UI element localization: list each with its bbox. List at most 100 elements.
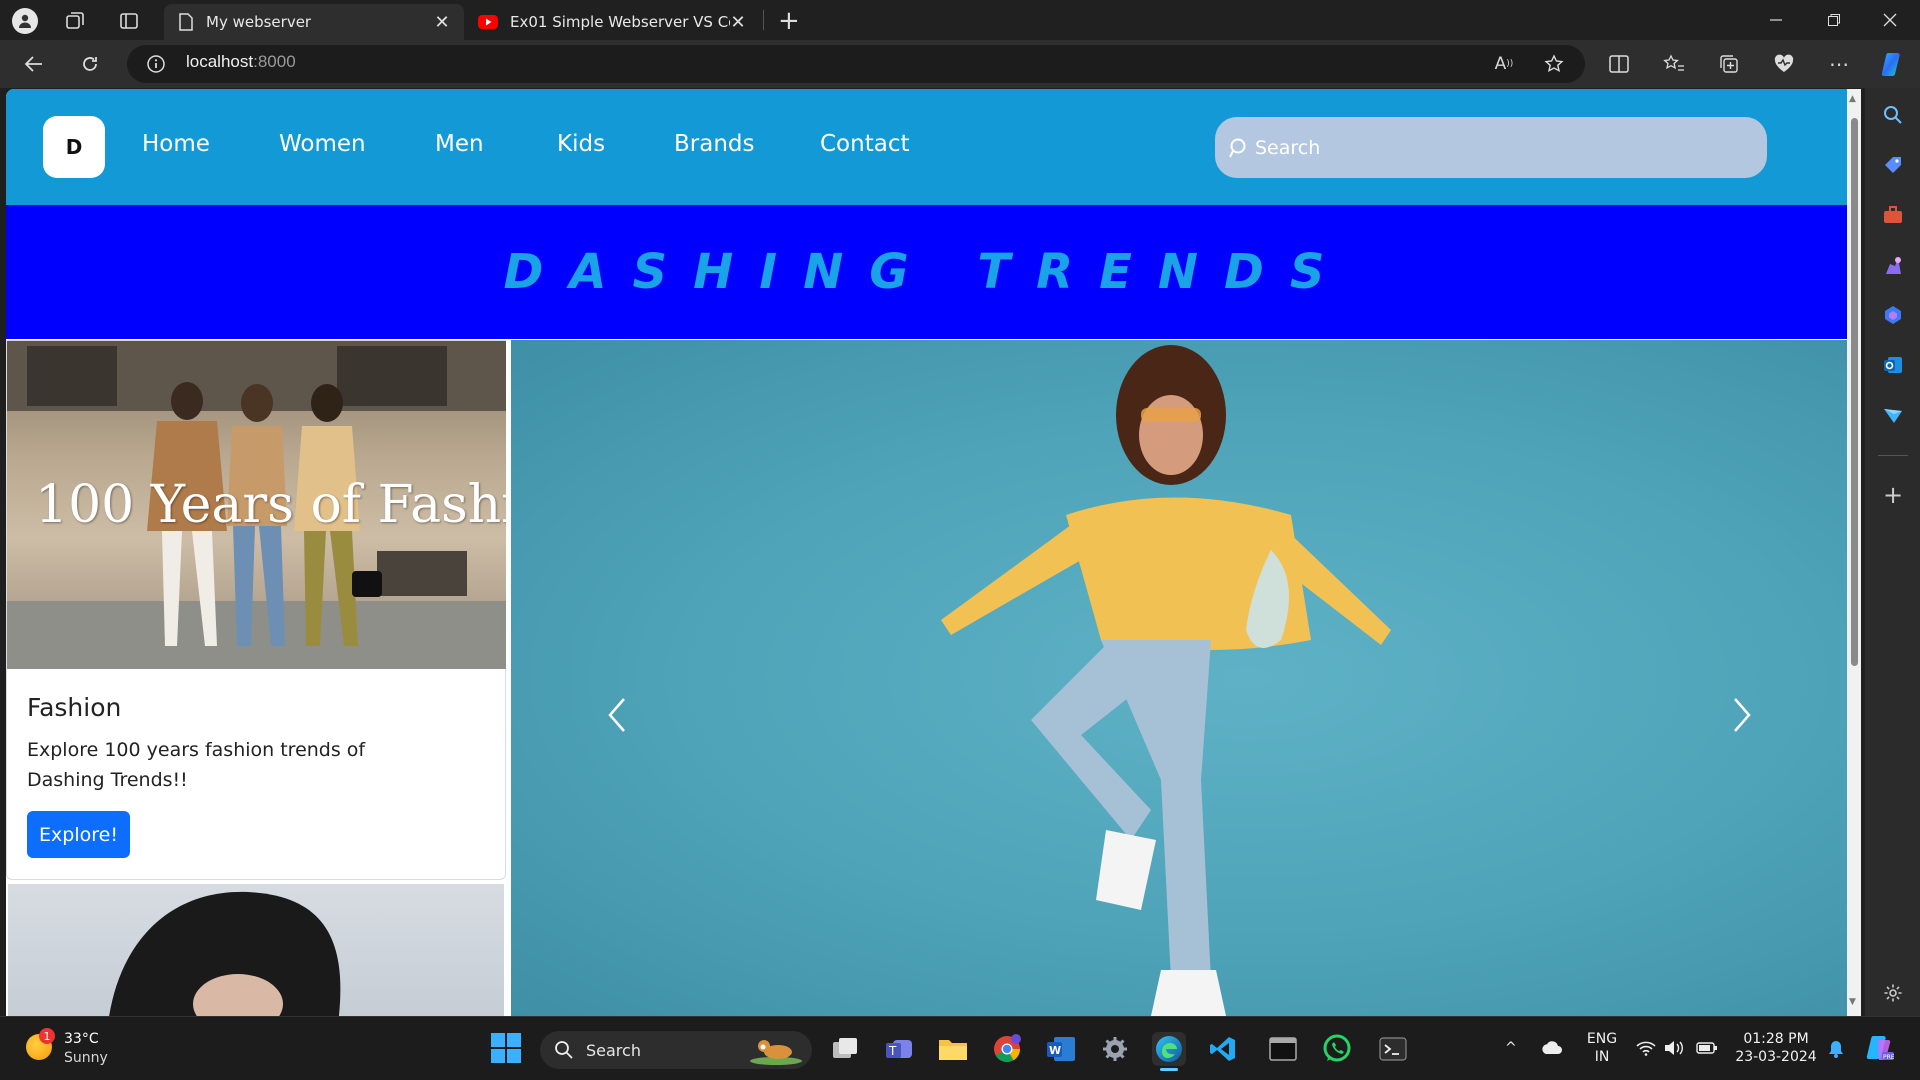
nav-women[interactable]: Women [279,131,366,157]
volume-icon[interactable] [1664,1040,1684,1056]
scroll-down-icon[interactable]: ▼ [1849,997,1856,1007]
back-icon[interactable] [16,46,52,82]
explore-button[interactable]: Explore! [27,811,130,858]
minimize-icon[interactable] [1748,0,1804,40]
sidebar-shopping-icon[interactable] [1878,150,1908,180]
sidebar-outlook-icon[interactable] [1878,350,1908,380]
favorites-icon[interactable] [1656,46,1692,82]
tab-my-webserver[interactable]: My webserver ✕ [164,4,464,40]
url-host: localhost [186,52,254,71]
svg-text:PRE: PRE [1883,1054,1894,1061]
sidebar-games-icon[interactable] [1878,250,1908,280]
search-input[interactable] [1255,136,1735,159]
scroll-thumb[interactable] [1851,118,1858,666]
url-text[interactable]: localhost:8000 [186,52,296,72]
nav-kids[interactable]: Kids [557,131,605,157]
tab-youtube[interactable]: Ex01 Simple Webserver VS Code ✕ [464,4,760,40]
refresh-icon[interactable] [72,46,108,82]
task-view-icon[interactable] [828,1032,862,1066]
nav-men[interactable]: Men [435,131,484,157]
carousel-model-illustration [941,345,1391,1016]
notification-bell-icon[interactable] [1827,1040,1845,1058]
second-card-image [8,884,504,1016]
close-tab-icon[interactable]: ✕ [432,12,452,33]
close-tab-icon[interactable]: ✕ [728,12,748,33]
sidebar-divider [1878,455,1908,456]
hero-carousel [511,340,1848,1016]
split-screen-icon[interactable] [1601,46,1637,82]
onedrive-cloud-icon[interactable] [1540,1040,1564,1056]
site-logo[interactable]: D [43,116,105,178]
fashion-card: 100 Years of Fashion Fashion Explore 100… [6,340,506,880]
taskbar-search[interactable]: Search [540,1031,812,1069]
close-window-icon[interactable] [1862,0,1918,40]
terminal-window-icon[interactable] [1266,1032,1300,1066]
profile-icon[interactable] [12,8,38,34]
sidebar-copilot-icon[interactable] [1878,300,1908,330]
nav-home[interactable]: Home [142,131,210,157]
taskbar-search-label: Search [586,1040,641,1060]
nav-brands[interactable]: Brands [674,131,755,157]
fashion-card-image: 100 Years of Fashion [7,341,506,669]
tab-label: Ex01 Simple Webserver VS Code [510,13,730,31]
start-windows-icon[interactable] [490,1032,522,1064]
hero-banner: DASHING TRENDS [6,205,1848,339]
copilot-taskbar-icon[interactable]: PRE [1864,1034,1894,1062]
search-icon [1229,138,1246,157]
clock-time: 01:28 PM [1743,1031,1809,1047]
sidebar-tools-icon[interactable] [1878,200,1908,230]
terminal-icon[interactable] [1376,1032,1410,1066]
sidebar-add-icon[interactable]: + [1878,480,1908,510]
sidebar-search-icon[interactable] [1878,100,1908,130]
banner-title: DASHING TRENDS [503,244,1351,300]
new-tab-icon[interactable]: + [778,6,800,36]
language-indicator[interactable]: ENG IN [1582,1030,1622,1066]
copilot-icon[interactable] [1879,50,1907,78]
battery-icon[interactable] [1696,1042,1718,1054]
teams-icon[interactable]: T [882,1032,916,1066]
carousel-next-icon[interactable] [1722,685,1762,745]
web-page: D Home Women Men Kids Brands Contact DAS… [6,89,1848,1016]
youtube-icon [478,15,498,29]
sidebar-drop-icon[interactable] [1878,400,1908,430]
favorite-star-icon[interactable] [1536,46,1572,82]
show-hidden-icons-icon[interactable]: ^ [1505,1040,1517,1056]
edge-icon[interactable] [1152,1032,1186,1066]
svg-text:T: T [888,1044,897,1058]
card-image-caption: 100 Years of Fashion [35,475,506,535]
weather-desc: Sunny [64,1050,108,1066]
lang-line1: ENG [1586,1031,1618,1047]
clock[interactable]: 01:28 PM 23-03-2024 [1730,1030,1822,1066]
read-aloud-label: A [1494,54,1507,74]
address-bar[interactable] [127,45,1585,83]
read-aloud-icon[interactable]: A)) [1486,46,1522,82]
site-info-icon[interactable] [146,54,166,74]
lang-line2: IN [1594,1049,1610,1065]
word-icon[interactable]: W [1044,1032,1078,1066]
site-search[interactable] [1215,117,1767,178]
wifi-icon[interactable] [1636,1040,1656,1056]
search-highlight-dog-icon [750,1040,802,1065]
search-icon [555,1041,573,1059]
weather-widget[interactable]: 33°C Sunny [64,1030,108,1068]
more-options-icon[interactable]: ⋯ [1821,46,1857,82]
weather-temp: 33°C [64,1031,99,1047]
file-explorer-icon[interactable] [936,1032,970,1066]
collections-icon[interactable] [1711,46,1747,82]
restore-icon[interactable] [1806,0,1862,40]
svg-text:W: W [1049,1044,1061,1057]
whatsapp-icon[interactable] [1320,1032,1354,1066]
tab-actions-icon[interactable] [118,10,140,32]
settings-gear-icon[interactable] [1098,1032,1132,1066]
carousel-prev-icon[interactable] [597,685,637,745]
workspaces-icon[interactable] [64,10,86,32]
sidebar-settings-icon[interactable] [1878,978,1908,1008]
page-icon [179,13,193,31]
tab-label: My webserver [206,13,312,31]
browser-essentials-icon[interactable] [1766,46,1802,82]
scroll-up-icon[interactable]: ▲ [1849,94,1856,104]
vscode-icon[interactable] [1206,1032,1240,1066]
tab-divider [763,10,764,30]
nav-contact[interactable]: Contact [820,131,909,157]
chrome-icon[interactable] [990,1032,1024,1066]
